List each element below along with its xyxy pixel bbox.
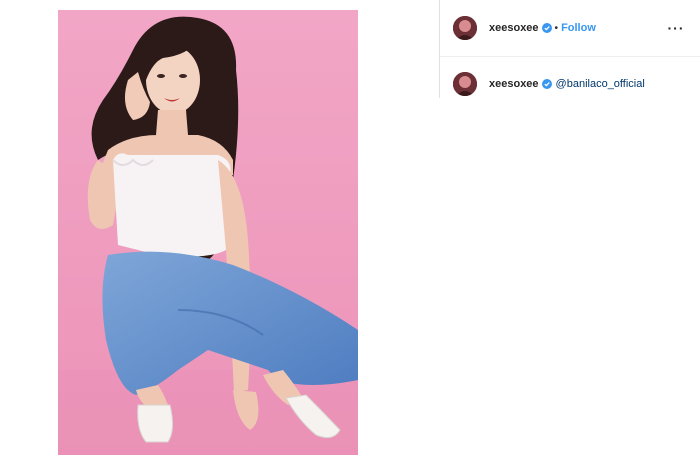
caption-username[interactable]: xeesoxee (489, 78, 539, 90)
verified-badge-icon (541, 23, 552, 33)
caption-mention-link[interactable]: @banilaco_official (556, 78, 645, 90)
follow-button[interactable]: Follow (561, 22, 596, 34)
post-photo[interactable] (58, 10, 358, 455)
caption-avatar[interactable] (453, 72, 477, 96)
panel-divider-horizontal (440, 56, 700, 57)
avatar-image (453, 16, 477, 40)
verified-badge-icon (541, 79, 552, 89)
panel-divider-vertical (439, 0, 440, 98)
caption-row: xeesoxee @banilaco_official (453, 72, 645, 96)
avatar[interactable] (453, 16, 477, 40)
caption-avatar-image (453, 72, 477, 96)
post-photo-image (58, 10, 358, 455)
separator-dot: • (554, 22, 559, 34)
author-username[interactable]: xeesoxee (489, 22, 539, 34)
post-header: xeesoxee • Follow (453, 16, 596, 40)
more-options-icon[interactable]: ··· (668, 19, 684, 37)
